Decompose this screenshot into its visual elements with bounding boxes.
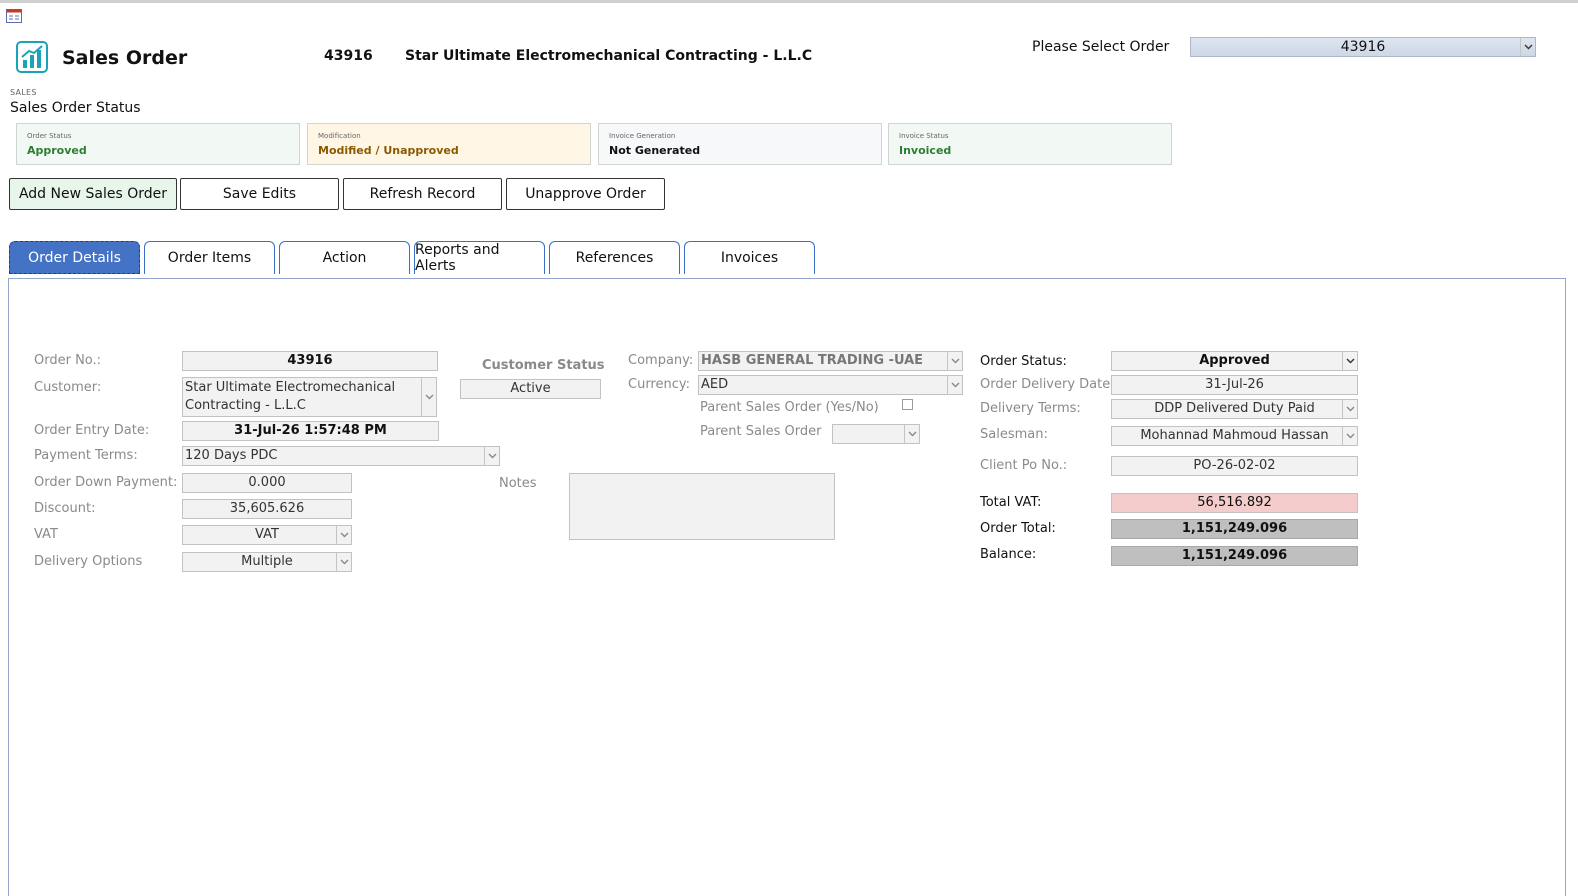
balance-field: 1,151,249.096	[1111, 546, 1358, 566]
order-no-field[interactable]: 43916	[182, 351, 438, 371]
parent-order-checkbox[interactable]	[902, 399, 913, 410]
card-value: Approved	[27, 144, 87, 157]
order-no-label: Order No.:	[34, 353, 102, 368]
customer-status-label: Customer Status	[482, 358, 605, 373]
delivery-options-combo[interactable]: Multiple	[182, 552, 352, 572]
delivery-date-label: Order Delivery Date:	[980, 377, 1115, 392]
modification-card: Modification Modified / Unapproved	[307, 123, 591, 165]
select-order-dropdown[interactable]: 43916	[1190, 37, 1536, 57]
company-value: HASB GENERAL TRADING -UAE	[701, 353, 924, 368]
section-tag: SALES	[10, 88, 37, 97]
select-order-label: Please Select Order	[1032, 39, 1170, 55]
payment-terms-label: Payment Terms:	[34, 448, 138, 463]
select-order-value: 43916	[1340, 39, 1386, 55]
chevron-down-icon[interactable]	[484, 447, 499, 465]
customer-label: Customer:	[34, 380, 102, 395]
tab-order-details[interactable]: Order Details	[9, 241, 140, 274]
order-total-field: 1,151,249.096	[1111, 519, 1358, 539]
delivery-date-field[interactable]: 31-Jul-26	[1111, 375, 1358, 395]
currency-combo[interactable]: AED	[698, 375, 963, 395]
section-title: Sales Order Status	[10, 100, 141, 116]
balance-label: Balance:	[980, 547, 1037, 562]
delivery-options-value: Multiple	[241, 554, 293, 569]
card-value: Not Generated	[609, 144, 701, 157]
currency-value: AED	[701, 377, 729, 392]
add-new-sales-order-button[interactable]: Add New Sales Order	[9, 178, 177, 210]
refresh-record-button[interactable]: Refresh Record	[343, 178, 502, 210]
delivery-options-label: Delivery Options	[34, 554, 143, 569]
order-total-label: Order Total:	[980, 521, 1056, 536]
header-customer-name: Star Ultimate Electromechanical Contract…	[405, 48, 813, 64]
order-status-label: Order Status:	[980, 354, 1067, 369]
total-vat-field: 56,516.892	[1111, 493, 1358, 513]
unapprove-order-button[interactable]: Unapprove Order	[506, 178, 665, 210]
card-label: Order Status	[27, 132, 72, 140]
notes-textarea[interactable]	[569, 473, 835, 540]
card-value: Modified / Unapproved	[318, 144, 459, 157]
company-label: Company:	[628, 353, 694, 368]
tab-order-items[interactable]: Order Items	[144, 241, 275, 274]
delivery-terms-label: Delivery Terms:	[980, 401, 1081, 416]
chevron-down-icon[interactable]	[1342, 427, 1357, 445]
order-entry-date-field[interactable]: 31-Jul-26 1:57:48 PM	[182, 421, 439, 441]
vat-label: VAT	[34, 527, 58, 542]
discount-field[interactable]: 35,605.626	[182, 499, 352, 519]
vat-value: VAT	[255, 527, 279, 542]
order-status-card: Order Status Approved	[16, 123, 300, 165]
chevron-down-icon[interactable]	[947, 376, 962, 394]
currency-label: Currency:	[628, 377, 691, 392]
customer-status-field: Active	[460, 379, 601, 399]
order-status-value: Approved	[1199, 353, 1270, 368]
parent-order-yesno-label: Parent Sales Order (Yes/No)	[700, 400, 879, 415]
header-order-number: 43916	[324, 48, 373, 64]
discount-label: Discount:	[34, 501, 96, 516]
chevron-down-icon[interactable]	[947, 352, 962, 370]
parent-order-combo[interactable]	[832, 424, 920, 444]
card-label: Invoice Status	[899, 132, 949, 140]
chevron-down-icon[interactable]	[1520, 38, 1535, 56]
chevron-down-icon[interactable]	[336, 526, 351, 544]
chevron-down-icon[interactable]	[1342, 352, 1357, 370]
salesman-label: Salesman:	[980, 427, 1048, 442]
salesman-value: Mohannad Mahmoud Hassan	[1140, 428, 1329, 443]
down-payment-label: Order Down Payment:	[34, 475, 178, 490]
card-value: Invoiced	[899, 144, 952, 157]
tab-action[interactable]: Action	[279, 241, 410, 274]
client-po-field[interactable]: PO-26-02-02	[1111, 456, 1358, 476]
customer-combo[interactable]: Star Ultimate Electromechanical Contract…	[182, 377, 437, 417]
tab-invoices[interactable]: Invoices	[684, 241, 815, 274]
delivery-terms-combo[interactable]: DDP Delivered Duty Paid	[1111, 399, 1358, 419]
tab-reports-and-alerts[interactable]: Reports and Alerts	[414, 241, 545, 274]
page-title: Sales Order	[62, 47, 188, 69]
card-label: Modification	[318, 132, 361, 140]
client-po-label: Client Po No.:	[980, 458, 1068, 473]
chevron-down-icon[interactable]	[904, 425, 919, 443]
card-label: Invoice Generation	[609, 132, 676, 140]
parent-order-label: Parent Sales Order	[700, 424, 822, 439]
customer-value: Star Ultimate Electromechanical Contract…	[185, 380, 396, 413]
chevron-down-icon[interactable]	[421, 378, 436, 416]
vat-combo[interactable]: VAT	[182, 525, 352, 545]
payment-terms-combo[interactable]: 120 Days PDC	[182, 446, 500, 466]
invoice-status-card: Invoice Status Invoiced	[888, 123, 1172, 165]
form-view-icon	[6, 9, 22, 23]
down-payment-field[interactable]: 0.000	[182, 473, 352, 493]
notes-label: Notes	[499, 476, 537, 491]
chevron-down-icon[interactable]	[1342, 400, 1357, 418]
total-vat-label: Total VAT:	[980, 495, 1042, 510]
save-edits-button[interactable]: Save Edits	[180, 178, 339, 210]
sales-chart-icon	[16, 41, 48, 73]
chevron-down-icon[interactable]	[336, 553, 351, 571]
delivery-terms-value: DDP Delivered Duty Paid	[1154, 401, 1315, 416]
order-status-combo[interactable]: Approved	[1111, 351, 1358, 371]
invoice-generation-card: Invoice Generation Not Generated	[598, 123, 882, 165]
order-entry-date-label: Order Entry Date:	[34, 423, 150, 438]
company-combo[interactable]: HASB GENERAL TRADING -UAE	[698, 351, 963, 371]
salesman-combo[interactable]: Mohannad Mahmoud Hassan	[1111, 426, 1358, 446]
tab-references[interactable]: References	[549, 241, 680, 274]
payment-terms-value: 120 Days PDC	[185, 448, 278, 463]
